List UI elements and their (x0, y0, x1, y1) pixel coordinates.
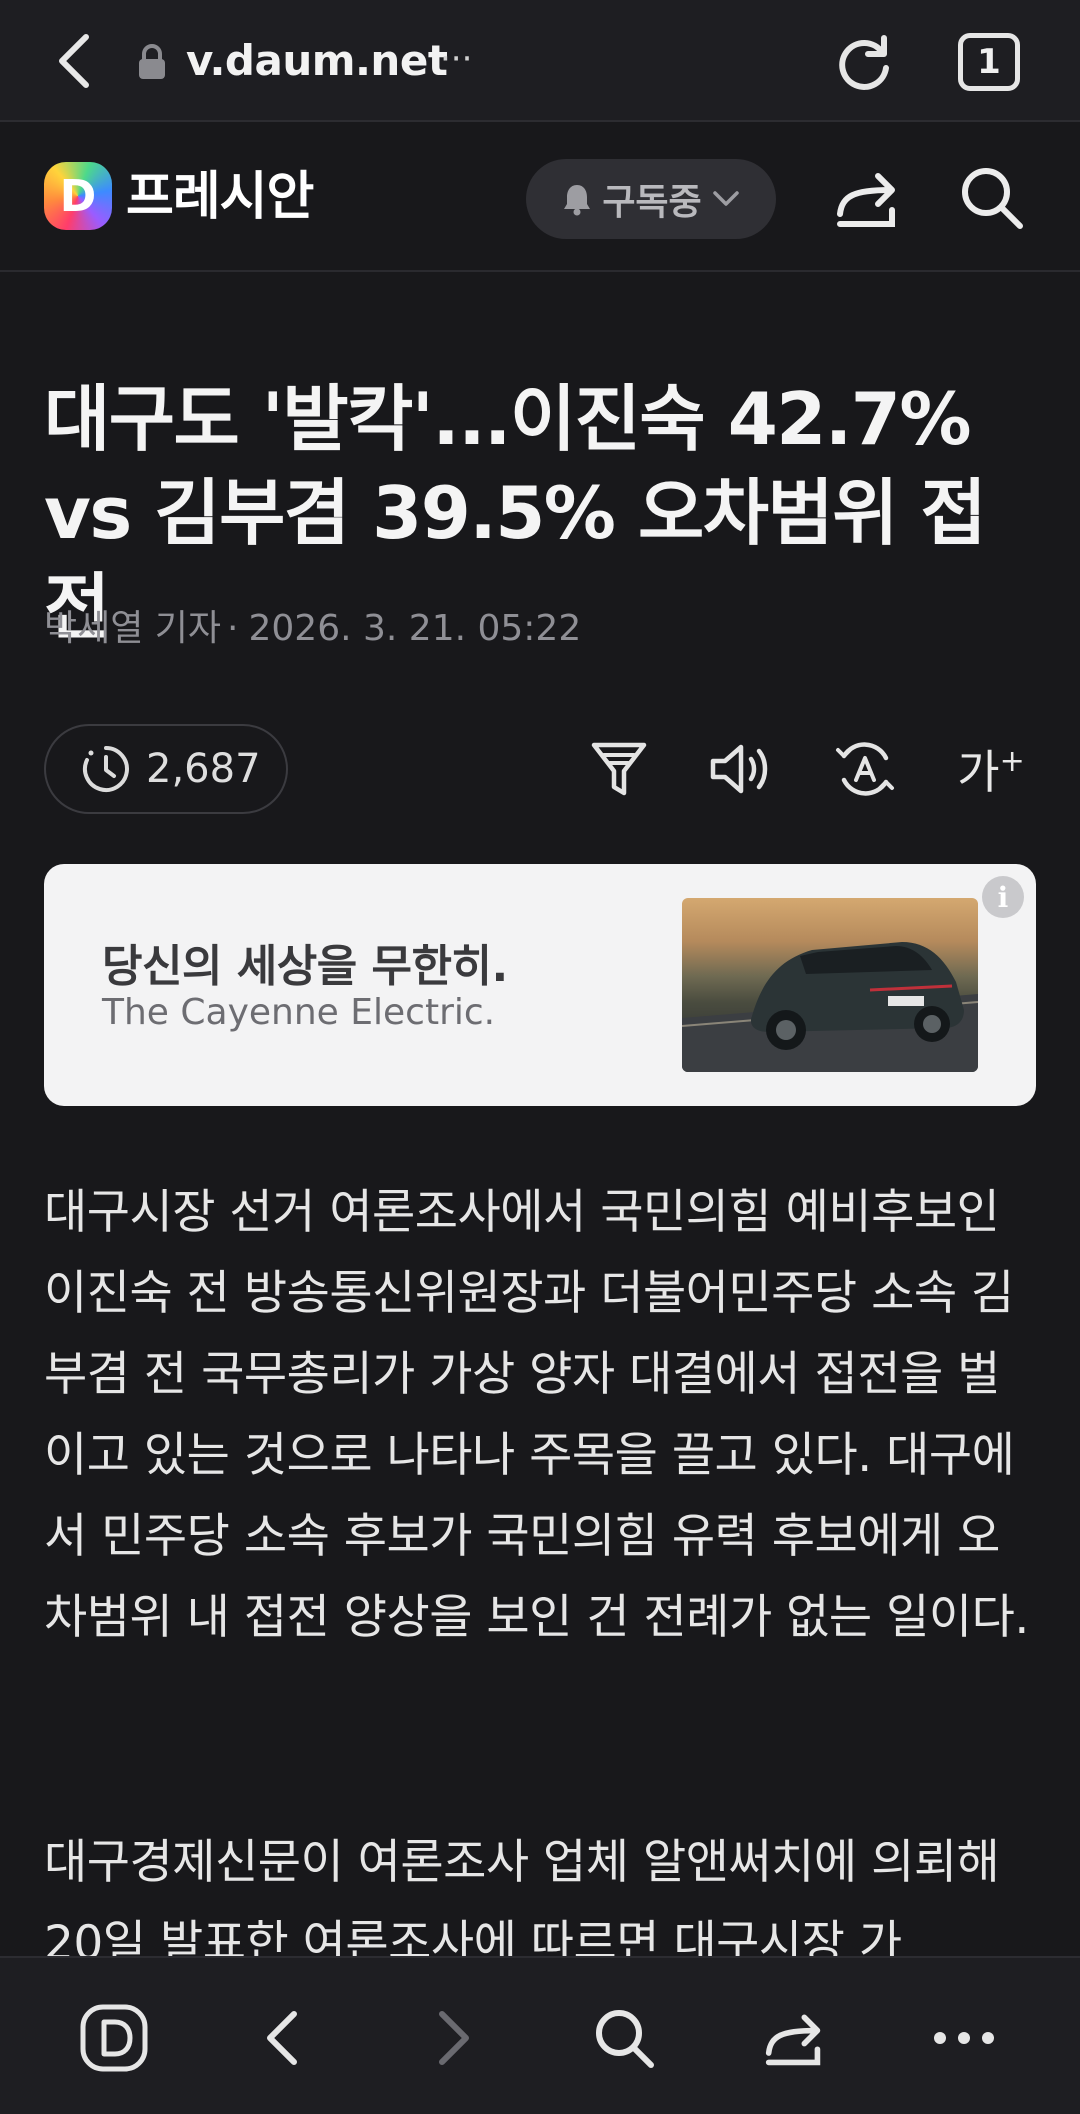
publish-datetime: 2026. 3. 21. 05:22 (248, 608, 582, 649)
press-name[interactable]: 프레시안 (126, 160, 314, 234)
tab-count-button[interactable]: 1 (958, 33, 1020, 91)
reporter-name[interactable]: 박세열 기자 (44, 608, 221, 649)
daum-logo-icon[interactable]: D (44, 162, 112, 230)
forward-icon[interactable] (414, 1998, 494, 2078)
ad-subtitle: The Cayenne Electric. (102, 992, 496, 1033)
subscribe-button[interactable]: 구독중 (526, 159, 776, 239)
chevron-down-icon (712, 191, 739, 206)
url-more[interactable]: ··· (440, 30, 472, 92)
byline: 박세열 기자 · 2026. 3. 21. 05:22 (44, 606, 581, 652)
byline-separator: · (227, 608, 239, 649)
subscribe-label: 구독중 (602, 182, 702, 223)
ad-car-image (682, 898, 978, 1072)
search-icon[interactable] (584, 1998, 664, 2078)
lock-icon (139, 44, 165, 79)
bell-icon (564, 185, 591, 216)
news-header: D 프레시안 구독중 (0, 124, 1080, 272)
ad-info-icon[interactable]: i (982, 876, 1024, 918)
font-size-button[interactable]: 가 + (956, 734, 1026, 804)
view-count-badge: 2,687 (44, 724, 288, 814)
font-size-plus: + (999, 743, 1025, 779)
daum-home-icon[interactable] (74, 1998, 154, 2078)
share-icon[interactable] (754, 1998, 834, 2078)
font-size-label: 가 (957, 745, 1000, 799)
back-icon[interactable] (242, 1998, 322, 2078)
reload-icon[interactable] (832, 30, 896, 94)
translate-icon[interactable] (830, 734, 900, 804)
url-text[interactable]: v.daum.net (186, 30, 448, 92)
ad-banner[interactable]: 당신의 세상을 무한히. The Cayenne Electric. i (44, 864, 1036, 1106)
view-count: 2,687 (146, 746, 261, 792)
clock-icon (83, 746, 129, 792)
bottom-navigation (0, 1956, 1080, 2114)
more-icon[interactable] (924, 1998, 1004, 2078)
browser-back-icon[interactable] (44, 28, 104, 94)
browser-url-bar: v.daum.net ··· 1 (0, 0, 1080, 122)
summary-filter-icon[interactable] (584, 734, 654, 804)
page: v.daum.net ··· 1 D 프레시안 구독중 대구도 '발칵'...이… (0, 0, 1080, 2114)
share-icon[interactable] (834, 166, 900, 230)
ad-title: 당신의 세상을 무한히. (102, 941, 508, 992)
article-paragraph: 대구시장 선거 여론조사에서 국민의힘 예비후보인 이진숙 전 방송통신위원장과… (44, 1185, 1029, 1645)
speaker-icon[interactable] (706, 734, 776, 804)
daum-logo-letter: D (59, 170, 97, 222)
search-icon[interactable] (958, 164, 1024, 230)
